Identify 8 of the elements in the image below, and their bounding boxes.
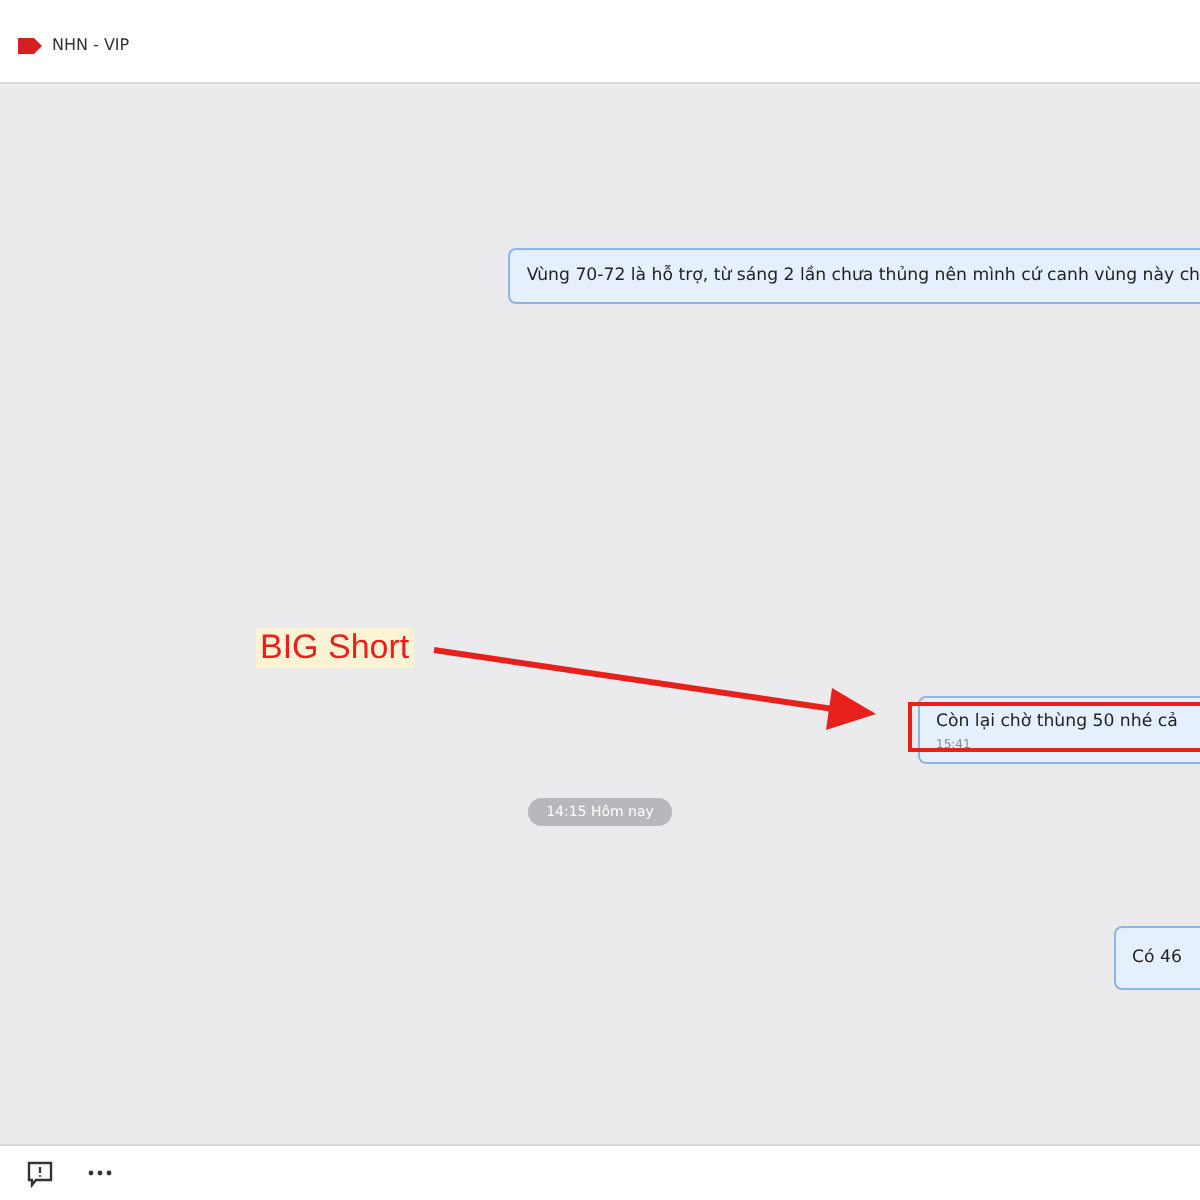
message-icon[interactable] [26,1159,54,1187]
tag-icon [18,37,42,53]
more-icon[interactable] [88,1170,112,1176]
message-text: Vùng 70-72 là hỗ trợ, từ sáng 2 lần chưa thủng nên mình cứ canh vùng này ch [526,266,1200,286]
message-text: Còn lại chờ thùng 50 nhé cả [936,712,1180,732]
tag-label: NHN - VIP [52,36,130,54]
annotation-label: BIG Short [256,628,414,668]
message-text: Có 46 [1132,948,1184,968]
